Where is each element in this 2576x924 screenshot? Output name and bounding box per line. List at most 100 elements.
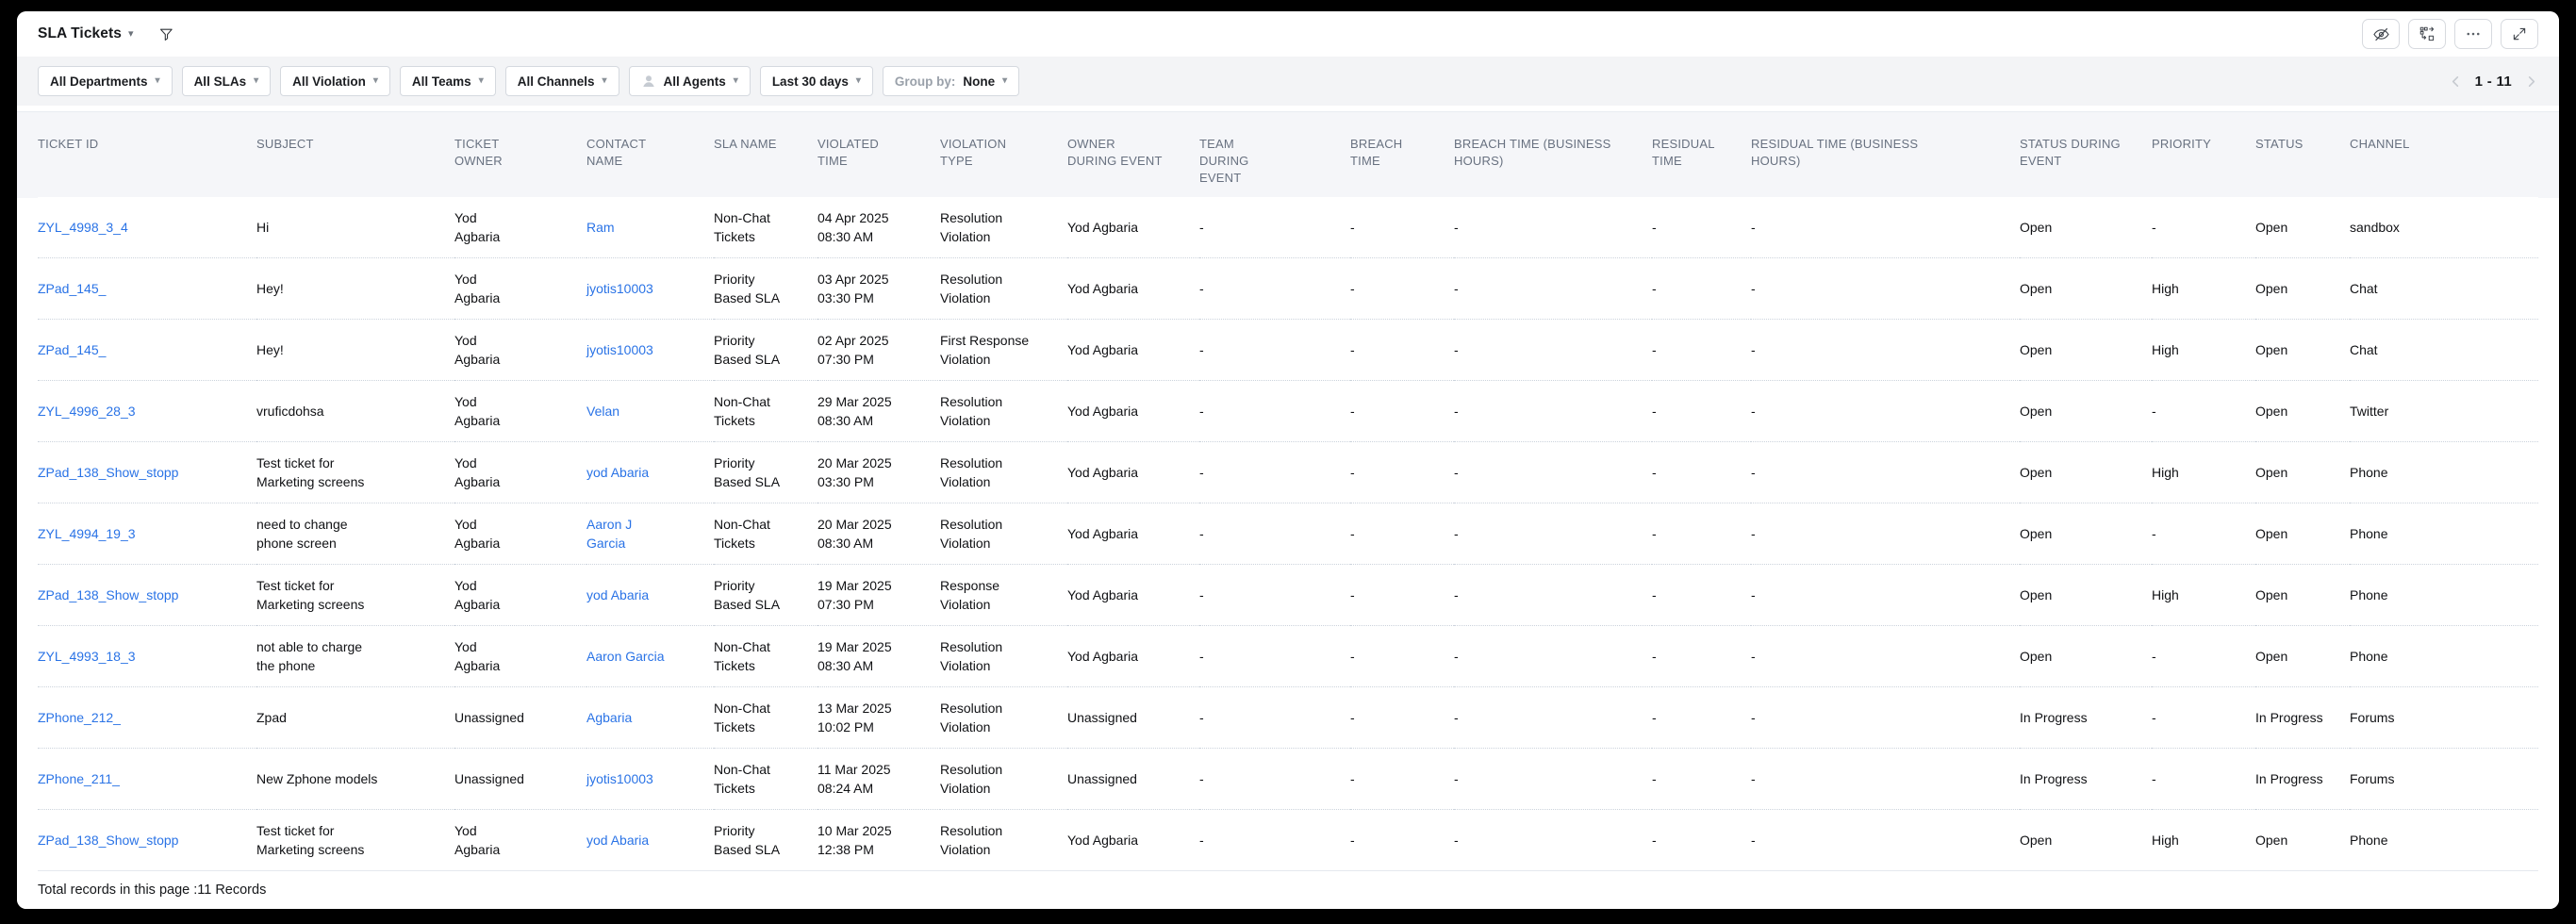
table-row: ZPad_145_ Hey! Yod Agbaria jyotis10003 P… [38,257,2538,320]
table-row: ZPad_145_ Hey! Yod Agbaria jyotis10003 P… [38,319,2538,381]
violation-type-cell: Resolution Violation [940,210,1003,244]
filter-departments[interactable]: All Departments ▾ [38,66,173,96]
channel-cell: Phone [2350,526,2388,541]
violated-time-cell: 19 Mar 2025 07:30 PM [817,578,892,612]
breach-time-bh-cell: - [1454,526,1459,541]
residual-time-cell: - [1652,526,1657,541]
contact-name-link[interactable]: yod Abaria [586,833,649,848]
team-during-event-cell: - [1199,465,1204,480]
breach-time-cell: - [1350,587,1355,602]
status-cell: Open [2255,526,2288,541]
ticket-id-link[interactable]: ZYL_4993_18_3 [38,649,136,664]
filter-violation[interactable]: All Violation ▾ [280,66,390,96]
chevron-left-icon[interactable] [2449,74,2463,89]
filter-agents[interactable]: All Agents ▾ [628,66,751,96]
residual-time-bh-cell: - [1751,465,1756,480]
contact-name-link[interactable]: jyotis10003 [586,771,653,786]
ticket-id-cell: ZYL_4994_19_3 [38,503,256,565]
ticket-owner-cell: Yod Agbaria [454,578,501,612]
ticket-id-link[interactable]: ZPad_138_Show_stopp [38,833,178,848]
ticket-id-link[interactable]: ZPhone_211_ [38,771,120,786]
ticket-id-link[interactable]: ZPad_138_Show_stopp [38,587,178,602]
channel-cell: Phone [2350,649,2388,664]
ticket-id-cell: ZPad_138_Show_stopp [38,810,256,871]
ticket-id-link[interactable]: ZYL_4996_28_3 [38,404,136,419]
chevron-right-icon[interactable] [2524,74,2538,89]
contact-name-link[interactable]: Aaron J Garcia [586,517,632,551]
sla-name-cell: Non-Chat Tickets [714,394,770,428]
ticket-id-link[interactable]: ZPad_145_ [38,281,106,296]
violation-type-cell: Resolution Violation [940,639,1003,673]
ticket-id-cell: ZPad_138_Show_stopp [38,442,256,503]
status-cell: Open [2255,465,2288,480]
team-during-event-cell: - [1199,526,1204,541]
ticket-id-cell: ZYL_4998_3_4 [38,197,256,258]
priority-cell: - [2152,404,2156,419]
status-cell: Open [2255,220,2288,235]
ticket-id-link[interactable]: ZPhone_212_ [38,710,121,725]
title-caret-down-icon[interactable]: ▾ [128,28,134,40]
breach-time-bh-cell: - [1454,342,1459,357]
subject-cell: Test ticket for Marketing screens [256,455,365,489]
ticket-owner-cell: Yod Agbaria [454,455,501,489]
filter-channels[interactable]: All Channels ▾ [504,66,619,96]
residual-time-bh-cell: - [1751,710,1756,725]
caret-down-icon: ▾ [155,75,160,86]
contact-name-link[interactable]: yod Abaria [586,587,649,602]
filter-date-range[interactable]: Last 30 days ▾ [759,66,873,96]
channel-cell: Forums [2350,771,2395,786]
eye-off-icon[interactable] [2362,19,2400,49]
sla-name-cell: Priority Based SLA [714,455,781,489]
filter-slas[interactable]: All SLAs ▾ [181,66,272,96]
breach-time-bh-cell: - [1454,710,1459,725]
priority-cell: - [2152,710,2156,725]
contact-name-link[interactable]: Velan [586,404,619,419]
contact-name-cell: jyotis10003 [586,258,714,320]
sla-name-cell: Priority Based SLA [714,823,781,857]
status-cell: In Progress [2255,771,2323,786]
ellipsis-icon[interactable] [2454,19,2492,49]
contact-name-link[interactable]: yod Abaria [586,465,649,480]
filter-teams[interactable]: All Teams ▾ [399,66,496,96]
contact-name-link[interactable]: Ram [586,220,615,235]
sla-tickets-report-window: SLA Tickets ▾ All Departments ▾ All SLAs… [17,11,2559,909]
filter-group-by[interactable]: Group by: None ▾ [882,66,1020,96]
violation-type-cell: Resolution Violation [940,394,1003,428]
ticket-id-link[interactable]: ZPad_145_ [38,342,106,357]
ticket-owner-cell: Yod Agbaria [454,517,501,551]
breach-time-bh-cell: - [1454,404,1459,419]
status-cell: Open [2255,587,2288,602]
rearrange-columns-icon[interactable] [2408,19,2446,49]
subject-cell: New Zphone models [256,771,378,786]
ticket-id-link[interactable]: ZPad_138_Show_stopp [38,465,178,480]
residual-time-cell: - [1652,710,1657,725]
contact-name-cell: Aaron J Garcia [586,503,714,565]
pagination: 1 - 11 [2449,74,2538,90]
breach-time-cell: - [1350,404,1355,419]
col-breach-time-business-hours: BREACH TIME (BUSINESS HOURS) [1454,137,1611,168]
subject-cell: Test ticket for Marketing screens [256,578,365,612]
contact-name-link[interactable]: Agbaria [586,710,632,725]
owner-during-event-cell: Yod Agbaria [1067,220,1138,235]
table-row: ZPhone_211_ New Zphone models Unassigned… [38,748,2538,810]
contact-name-link[interactable]: jyotis10003 [586,281,653,296]
caret-down-icon: ▾ [602,75,607,86]
ticket-id-cell: ZPhone_212_ [38,687,256,749]
owner-during-event-cell: Yod Agbaria [1067,281,1138,296]
expand-icon[interactable] [2501,19,2538,49]
ticket-id-link[interactable]: ZYL_4998_3_4 [38,220,128,235]
col-residual-time: RESIDUAL TIME [1652,137,1715,168]
ticket-owner-cell: Yod Agbaria [454,333,501,367]
residual-time-cell: - [1652,833,1657,848]
ticket-id-link[interactable]: ZYL_4994_19_3 [38,526,136,541]
contact-name-link[interactable]: Aaron Garcia [586,649,664,664]
table-row: ZPad_138_Show_stopp Test ticket for Mark… [38,441,2538,503]
subject-cell: vruficdohsa [256,404,324,419]
owner-during-event-cell: Yod Agbaria [1067,587,1138,602]
team-during-event-cell: - [1199,771,1204,786]
table-row: ZYL_4994_19_3 need to change phone scree… [38,503,2538,565]
funnel-icon[interactable] [158,26,174,42]
col-residual-time-business-hours: RESIDUAL TIME (BUSINESS HOURS) [1751,137,1919,168]
contact-name-link[interactable]: jyotis10003 [586,342,653,357]
col-status-during-event: STATUS DURING EVENT [2020,137,2121,168]
